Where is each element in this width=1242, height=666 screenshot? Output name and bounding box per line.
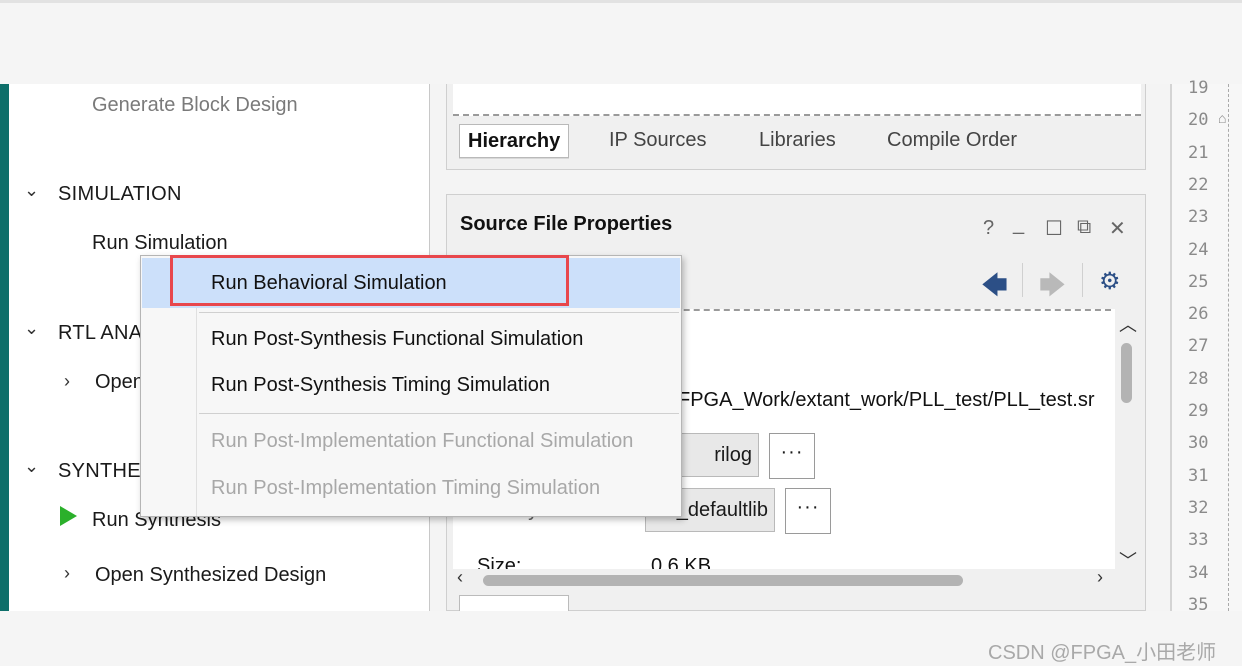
run-simulation-item[interactable]: Run Simulation (92, 232, 228, 255)
open-elaborated-design-item[interactable]: Open (95, 371, 144, 394)
menu-item-run-post-synthesis-functional-simulation[interactable]: Run Post-Synthesis Functional Simulation (211, 328, 583, 351)
maximize-icon[interactable]: ☐ (1045, 216, 1063, 241)
horizontal-scroll-thumb[interactable] (483, 575, 963, 586)
synthesis-section-header[interactable]: SYNTHE (58, 460, 141, 483)
scroll-up-icon[interactable]: ︿ (1119, 311, 1137, 337)
line-number: 21 (1188, 142, 1209, 163)
forward-arrow-icon[interactable]: 🡆 (1039, 267, 1066, 311)
float-icon[interactable]: ⧉ (1077, 216, 1091, 239)
menu-item-run-post-implementation-functional-simulation: Run Post-Implementation Functional Simul… (211, 430, 634, 452)
menu-item-run-post-synthesis-timing-simulation[interactable]: Run Post-Synthesis Timing Simulation (211, 374, 550, 397)
size-label: Size: (477, 555, 522, 569)
simulation-section-header[interactable]: SIMULATION (58, 183, 182, 206)
line-number: 31 (1188, 465, 1209, 486)
vertical-scroll-thumb[interactable] (1121, 343, 1132, 403)
horizontal-scrollbar[interactable]: ‹ › (453, 567, 1139, 591)
panel-title: Source File Properties (460, 213, 673, 235)
line-number: 22 (1188, 174, 1209, 195)
vertical-scrollbar[interactable]: ︿ ﹀ (1115, 309, 1139, 575)
line-number: 34 (1188, 562, 1209, 583)
line-number: 33 (1188, 530, 1209, 551)
minimize-icon[interactable]: _ (1013, 213, 1024, 236)
toolbar-divider (1022, 263, 1023, 297)
menu-item-run-post-implementation-timing-simulation: Run Post-Implementation Timing Simulatio… (211, 477, 601, 499)
play-icon (60, 506, 77, 526)
line-number: 28 (1188, 368, 1209, 389)
menu-separator (199, 312, 679, 313)
fold-guide-line (1228, 84, 1229, 611)
chevron-right-icon[interactable]: › (64, 371, 70, 392)
sources-tree-area (453, 84, 1141, 116)
line-number: 19 (1188, 78, 1209, 98)
menu-separator (199, 413, 679, 414)
watermark: CSDN @FPGA_小田老师 (988, 642, 1217, 664)
chevron-down-icon[interactable]: ⌄ (24, 318, 39, 339)
line-number: 20 (1188, 110, 1209, 131)
flow-navigator-accent-bar (0, 84, 9, 611)
open-synthesized-design-item[interactable]: Open Synthesized Design (95, 564, 326, 587)
close-icon[interactable]: ✕ (1109, 216, 1126, 241)
tab-libraries[interactable]: Libraries (751, 124, 844, 158)
scroll-left-icon[interactable]: ‹ (457, 567, 463, 588)
file-path-value: FPGA_Work/extant_work/PLL_test/PLL_test.… (678, 389, 1095, 411)
line-number: 23 (1188, 207, 1209, 228)
tab-hierarchy[interactable]: Hierarchy (459, 124, 570, 158)
tab-compile-order[interactable]: Compile Order (879, 124, 1025, 158)
tab-ip-sources[interactable]: IP Sources (601, 124, 714, 158)
library-browse-button[interactable]: ··· (785, 488, 831, 534)
highlight-callout-box (170, 255, 569, 306)
back-arrow-icon[interactable]: 🡄 (981, 267, 1008, 311)
generate-block-design-item[interactable]: Generate Block Design (92, 94, 298, 117)
file-type-browse-button[interactable]: ··· (769, 433, 815, 479)
chevron-down-icon[interactable]: ⌄ (24, 180, 39, 201)
gear-icon[interactable]: ⚙ (1099, 267, 1121, 296)
chevron-down-icon[interactable]: ⌄ (24, 456, 39, 477)
line-number: 27 (1188, 336, 1209, 357)
line-number: 25 (1188, 271, 1209, 292)
rtl-analysis-section-header[interactable]: RTL ANA (58, 322, 142, 345)
size-value: 0.6 KB (651, 555, 712, 569)
scroll-right-icon[interactable]: › (1097, 567, 1103, 588)
chevron-right-icon[interactable]: › (64, 563, 70, 584)
toolbar-divider (1082, 263, 1083, 297)
line-number: 30 (1188, 433, 1209, 454)
help-icon[interactable]: ? (983, 217, 994, 240)
line-number: 29 (1188, 401, 1209, 421)
line-number: 24 (1188, 239, 1209, 260)
top-toolbar-area (0, 0, 1242, 84)
line-number: 32 (1188, 497, 1209, 518)
fold-icon[interactable]: ⌂ (1218, 110, 1226, 126)
line-number: 26 (1188, 304, 1209, 325)
sources-panel: Hierarchy IP Sources Libraries Compile O… (446, 84, 1146, 170)
